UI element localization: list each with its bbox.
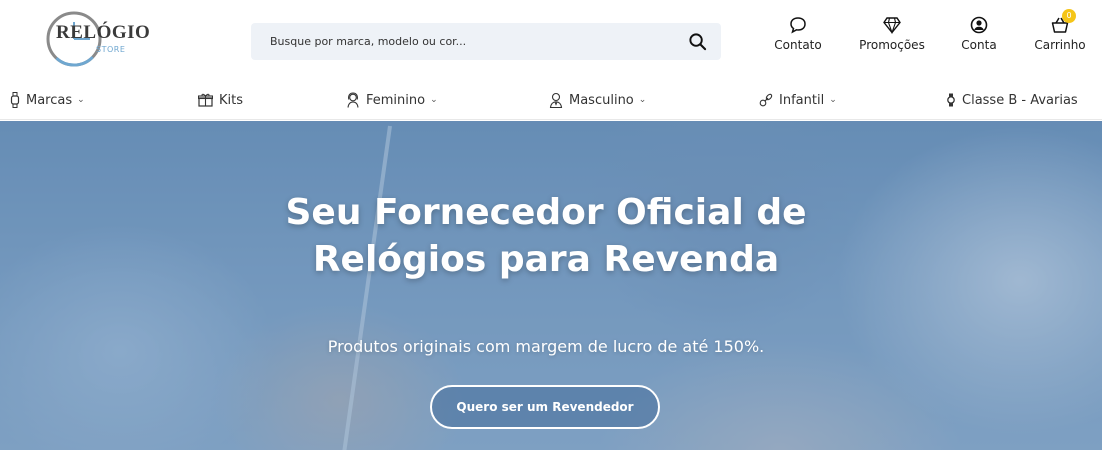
carrinho-link[interactable]: Carrinho (1032, 16, 1088, 52)
logo-subtitle: STORE (96, 45, 126, 54)
nav-label-masculino: Masculino (569, 92, 634, 108)
man-icon (549, 92, 563, 108)
nav-label-kits: Kits (219, 92, 244, 108)
promocoes-label: Promoções (859, 38, 925, 52)
gift-box-icon (198, 93, 213, 107)
category-nav: Marcas ⌄ Kits Feminino ⌄ Masculino ⌄ Inf… (0, 80, 1102, 120)
watch-icon (10, 92, 20, 108)
pacifier-icon (759, 93, 773, 107)
search-bar (251, 23, 721, 60)
nav-label-marcas: Marcas (26, 92, 73, 108)
chevron-down-icon: ⌄ (77, 95, 85, 105)
become-reseller-button[interactable]: Quero ser um Revendedor (430, 385, 660, 429)
hero-banner: Seu Fornecedor Oficial de Relógios para … (0, 121, 1102, 450)
chevron-down-icon: ⌄ (430, 95, 438, 105)
logo-title: RELÓGIO (56, 22, 151, 43)
chevron-down-icon: ⌄ (829, 95, 837, 105)
conta-label: Conta (961, 38, 997, 52)
nav-label-feminino: Feminino (366, 92, 426, 108)
site-logo[interactable]: RELÓGIO STORE (44, 8, 150, 70)
contato-label: Contato (774, 38, 822, 52)
user-circle-icon (970, 16, 988, 34)
hero-subtitle: Produtos originais com margem de lucro d… (327, 337, 765, 356)
nav-label-infantil: Infantil (779, 92, 825, 108)
hero-title: Seu Fornecedor Oficial de Relógios para … (285, 192, 807, 280)
contato-link[interactable]: Contato (772, 16, 824, 52)
nav-item-infantil[interactable]: Infantil ⌄ (759, 90, 837, 110)
nav-item-masculino[interactable]: Masculino ⌄ (549, 90, 646, 110)
diamond-icon (883, 17, 901, 34)
cart-count-badge: 0 (1062, 9, 1076, 23)
chevron-down-icon: ⌄ (638, 95, 647, 105)
nav-item-marcas[interactable]: Marcas ⌄ (10, 90, 85, 110)
carrinho-label: Carrinho (1034, 38, 1086, 52)
search-input[interactable] (263, 23, 673, 60)
search-icon[interactable] (688, 32, 707, 51)
nav-item-classe-b[interactable]: Classe B - Avarias (946, 90, 1078, 110)
nav-item-feminino[interactable]: Feminino ⌄ (346, 90, 438, 110)
watch-icon (947, 93, 955, 107)
nav-label-classe-b: Classe B - Avarias (962, 92, 1078, 108)
chat-bubble-icon (790, 17, 806, 34)
site-header: RELÓGIO STORE Contato Promoções Conta (0, 0, 1102, 80)
nav-item-kits[interactable]: Kits (198, 90, 243, 110)
promocoes-link[interactable]: Promoções (856, 16, 928, 52)
conta-link[interactable]: Conta (958, 16, 1000, 52)
woman-icon (347, 92, 359, 108)
